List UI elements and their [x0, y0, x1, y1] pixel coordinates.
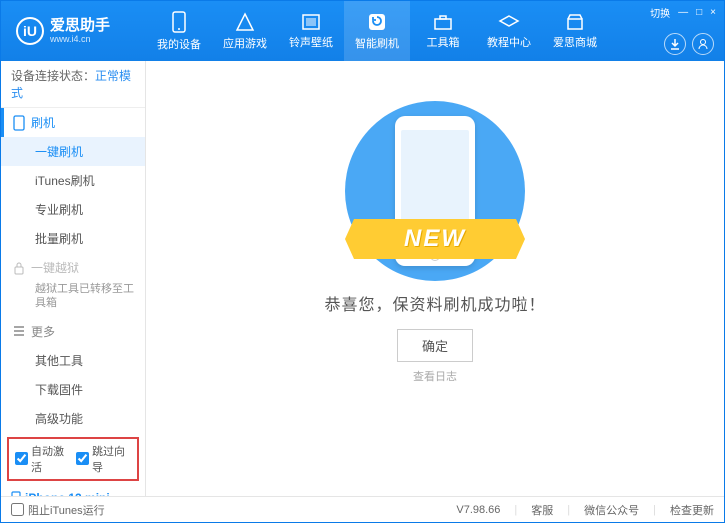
download-button[interactable]: [664, 33, 686, 55]
sidebar-section-jailbreak[interactable]: 一键越狱: [1, 253, 145, 282]
main-body: 设备连接状态：正常模式 刷机 一键刷机 iTunes刷机 专业刷机 批量刷机 一…: [1, 61, 724, 496]
nav-label: 爱思商城: [553, 34, 597, 50]
nav-apps-games[interactable]: 应用游戏: [212, 1, 278, 61]
nav-label: 我的设备: [157, 36, 201, 52]
title-bar: iU 爱思助手 www.i4.cn 我的设备 应用游戏 铃声壁纸 智能刷机: [1, 1, 724, 61]
download-icon: [669, 38, 681, 50]
user-button[interactable]: [692, 33, 714, 55]
content-area: NEW 恭喜您，保资料刷机成功啦！ 确定 查看日志: [146, 61, 724, 496]
app-window: iU 爱思助手 www.i4.cn 我的设备 应用游戏 铃声壁纸 智能刷机: [0, 0, 725, 523]
logo: iU 爱思助手 www.i4.cn: [1, 17, 146, 45]
checkbox-label: 自动激活: [31, 443, 70, 475]
flash-sublist: 一键刷机 iTunes刷机 专业刷机 批量刷机: [1, 137, 145, 253]
nav-store[interactable]: 爱思商城: [542, 1, 608, 61]
nav-label: 应用游戏: [223, 35, 267, 51]
options-row: 自动激活 跳过向导: [7, 437, 139, 481]
close-button[interactable]: ×: [710, 7, 716, 18]
sidebar-item-advanced[interactable]: 高级功能: [1, 404, 145, 433]
nav-label: 工具箱: [427, 34, 460, 50]
wallpaper-icon: [301, 13, 321, 31]
statusbar-left: 阻止iTunes运行: [11, 502, 105, 518]
device-info[interactable]: iPhone 12 mini 64GB Down-12mini-13,1: [1, 485, 145, 496]
sidebar-item-pro-flash[interactable]: 专业刷机: [1, 195, 145, 224]
sidebar-section-flash[interactable]: 刷机: [1, 108, 145, 137]
sidebar-item-other-tools[interactable]: 其他工具: [1, 346, 145, 375]
separator: |: [653, 504, 656, 516]
sidebar-item-download-firmware[interactable]: 下载固件: [1, 375, 145, 404]
status-label: 设备连接状态：: [11, 69, 95, 83]
refresh-icon: [367, 12, 387, 32]
confirm-button[interactable]: 确定: [397, 329, 473, 362]
wechat-link[interactable]: 微信公众号: [584, 502, 639, 518]
maximize-button[interactable]: □: [696, 7, 702, 18]
main-nav: 我的设备 应用游戏 铃声壁纸 智能刷机 工具箱 教程中心: [146, 1, 608, 61]
skip-guide-checkbox[interactable]: 跳过向导: [76, 443, 131, 475]
nav-my-device[interactable]: 我的设备: [146, 1, 212, 61]
auto-activate-input[interactable]: [15, 452, 28, 465]
checkbox-label: 跳过向导: [92, 443, 131, 475]
version-label: V7.98.66: [456, 504, 500, 516]
separator: |: [514, 504, 517, 516]
sidebar-item-itunes-flash[interactable]: iTunes刷机: [1, 166, 145, 195]
switch-button[interactable]: 切换: [650, 5, 670, 20]
section-title: 更多: [31, 323, 55, 340]
sidebar-item-one-key-flash[interactable]: 一键刷机: [1, 137, 145, 166]
auto-activate-checkbox[interactable]: 自动激活: [15, 443, 70, 475]
check-update-link[interactable]: 检查更新: [670, 502, 714, 518]
checkbox-label: 阻止iTunes运行: [28, 502, 105, 518]
store-icon: [565, 13, 585, 31]
header-actions: [664, 33, 714, 55]
customer-service-link[interactable]: 客服: [531, 502, 553, 518]
phone-icon: [170, 11, 188, 33]
phone-icon: [13, 115, 25, 131]
more-sublist: 其他工具 下载固件 高级功能: [1, 346, 145, 433]
section-title: 一键越狱: [31, 259, 79, 276]
app-url: www.i4.cn: [50, 34, 110, 44]
separator: |: [567, 504, 570, 516]
status-bar: 阻止iTunes运行 V7.98.66 | 客服 | 微信公众号 | 检查更新: [1, 496, 724, 522]
logo-text: 爱思助手 www.i4.cn: [50, 18, 110, 45]
block-itunes-checkbox[interactable]: 阻止iTunes运行: [11, 502, 105, 518]
nav-tutorials[interactable]: 教程中心: [476, 1, 542, 61]
nav-toolbox[interactable]: 工具箱: [410, 1, 476, 61]
nav-label: 教程中心: [487, 34, 531, 50]
logo-icon: iU: [16, 17, 44, 45]
sidebar: 设备连接状态：正常模式 刷机 一键刷机 iTunes刷机 专业刷机 批量刷机 一…: [1, 61, 146, 496]
section-title: 刷机: [31, 114, 55, 131]
nav-label: 智能刷机: [355, 35, 399, 51]
minimize-button[interactable]: —: [678, 7, 688, 18]
success-illustration: NEW: [325, 101, 545, 281]
new-ribbon: NEW: [345, 219, 525, 259]
app-name: 爱思助手: [50, 18, 110, 35]
success-message: 恭喜您，保资料刷机成功啦！: [146, 291, 724, 315]
apps-icon: [235, 12, 255, 32]
window-controls: 切换 — □ ×: [650, 5, 716, 20]
nav-smart-flash[interactable]: 智能刷机: [344, 1, 410, 61]
lock-icon: [13, 261, 25, 275]
statusbar-right: V7.98.66 | 客服 | 微信公众号 | 检查更新: [456, 502, 714, 518]
nav-label: 铃声壁纸: [289, 34, 333, 50]
skip-guide-input[interactable]: [76, 452, 89, 465]
block-itunes-input[interactable]: [11, 503, 24, 516]
menu-icon: [13, 325, 25, 337]
nav-ringtone-wallpaper[interactable]: 铃声壁纸: [278, 1, 344, 61]
view-log-link[interactable]: 查看日志: [146, 368, 724, 384]
graduation-icon: [498, 13, 520, 31]
jailbreak-note: 越狱工具已转移至工具箱: [1, 282, 145, 317]
user-icon: [697, 38, 709, 50]
sidebar-section-more[interactable]: 更多: [1, 317, 145, 346]
toolbox-icon: [433, 13, 453, 31]
sidebar-item-batch-flash[interactable]: 批量刷机: [1, 224, 145, 253]
connection-status: 设备连接状态：正常模式: [1, 61, 145, 108]
